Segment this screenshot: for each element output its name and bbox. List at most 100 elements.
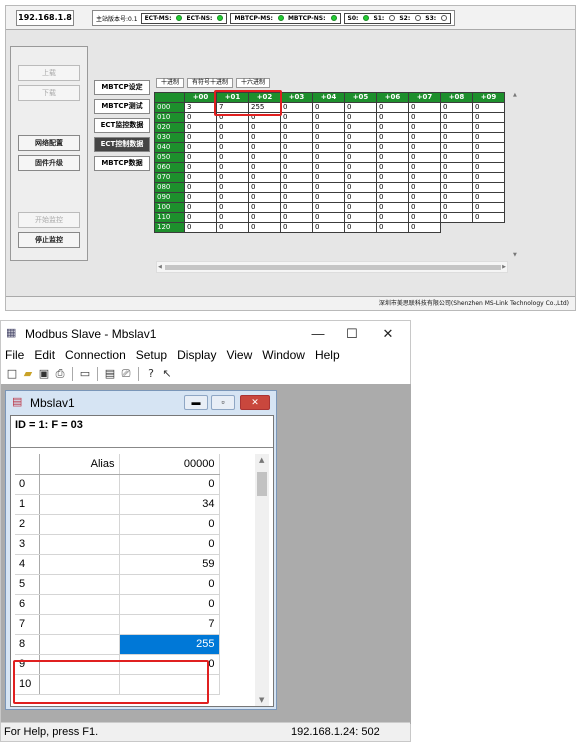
grid-cell[interactable]: 0 [344,202,377,213]
grid-cell[interactable]: 0 [248,182,281,193]
grid-horizontal-scrollbar[interactable]: ◀ ▶ [156,261,508,273]
mode-signed-decimal[interactable]: 有符号十进制 [187,78,234,88]
grid-cell[interactable]: 0 [248,172,281,183]
child-close-button[interactable]: ✕ [240,395,270,410]
grid-cell[interactable]: 0 [216,152,249,163]
grid-cell[interactable]: 0 [376,132,409,143]
grid-cell[interactable]: 0 [408,152,441,163]
register-row[interactable]: 4 59 [15,554,220,575]
menu-connection[interactable]: Connection [65,348,126,365]
grid-cell[interactable]: 0 [376,202,409,213]
grid-cell[interactable]: 0 [440,112,473,123]
menu-window[interactable]: Window [262,348,305,365]
register-alias[interactable] [39,634,120,655]
grid-cell[interactable]: 0 [376,142,409,153]
grid-cell[interactable]: 0 [184,192,217,203]
grid-cell[interactable]: 0 [312,192,345,203]
new-file-icon[interactable]: □ [5,367,19,381]
register-value[interactable]: 59 [119,554,220,575]
upload-button[interactable]: 上载 [18,65,80,81]
print-preview-icon[interactable]: ⎚ [119,367,133,381]
grid-cell[interactable]: 0 [312,122,345,133]
register-alias[interactable] [39,614,120,635]
start-monitor-button[interactable]: 开始监控 [18,212,80,228]
register-value[interactable]: 0 [119,574,220,595]
tab-mbtcp-settings[interactable]: MBTCP设定 [94,80,150,95]
register-row[interactable]: 20 [15,514,220,535]
grid-cell[interactable]: 0 [280,222,313,233]
grid-cell[interactable]: 0 [344,132,377,143]
grid-cell[interactable]: 0 [440,162,473,173]
grid-cell[interactable]: 0 [248,222,281,233]
register-row[interactable]: 60 [15,594,220,615]
menu-display[interactable]: Display [177,348,216,365]
register-alias[interactable] [39,574,120,595]
grid-cell[interactable]: 0 [472,162,505,173]
grid-cell[interactable]: 0 [408,192,441,203]
menu-setup[interactable]: Setup [136,348,167,365]
grid-cell[interactable]: 0 [440,122,473,133]
scroll-thumb[interactable] [257,472,267,496]
grid-cell[interactable]: 0 [184,172,217,183]
register-alias[interactable] [39,534,120,555]
tab-mbtcp-data[interactable]: MBTCP数据 [94,156,150,171]
network-config-button[interactable]: 网络配置 [18,135,80,151]
grid-cell[interactable]: 0 [312,172,345,183]
grid-cell[interactable]: 0 [184,142,217,153]
help-icon[interactable]: ? [144,367,158,381]
register-alias[interactable] [39,554,120,575]
grid-cell[interactable]: 0 [248,192,281,203]
close-button[interactable]: ✕ [373,324,403,344]
grid-cell[interactable]: 0 [216,172,249,183]
grid-cell[interactable]: 0 [280,152,313,163]
grid-cell[interactable]: 0 [248,112,281,123]
grid-cell[interactable]: 0 [408,212,441,223]
grid-cell[interactable]: 0 [248,212,281,223]
register-row[interactable]: 1 34 [15,494,220,515]
menu-view[interactable]: View [226,348,252,365]
grid-cell[interactable]: 0 [280,102,313,113]
tab-ect-control-data[interactable]: ECT控制数据 [94,137,150,152]
grid-cell[interactable]: 0 [280,112,313,123]
maximize-button[interactable]: ☐ [337,324,367,344]
grid-cell[interactable]: 0 [312,222,345,233]
grid-cell[interactable]: 0 [280,202,313,213]
menu-file[interactable]: File [5,348,24,365]
register-alias[interactable] [39,494,120,515]
grid-cell[interactable]: 0 [472,102,505,113]
grid-cell[interactable]: 0 [216,162,249,173]
grid-cell[interactable]: 0 [184,202,217,213]
grid-cell[interactable]: 0 [440,102,473,113]
stop-monitor-button[interactable]: 停止监控 [18,232,80,248]
grid-cell[interactable]: 0 [216,222,249,233]
grid-cell[interactable]: 0 [472,192,505,203]
grid-cell[interactable]: 0 [376,212,409,223]
grid-cell[interactable]: 0 [248,142,281,153]
register-row[interactable]: 00 [15,474,220,495]
grid-cell[interactable]: 0 [472,212,505,223]
mode-decimal[interactable]: 十进制 [156,78,185,88]
register-row[interactable]: 30 [15,534,220,555]
grid-cell[interactable]: 0 [248,152,281,163]
grid-cell[interactable]: 0 [376,182,409,193]
register-value[interactable]: 7 [119,614,220,635]
download-button[interactable]: 下载 [18,85,80,101]
grid-cell[interactable]: 0 [280,162,313,173]
grid-cell[interactable]: 0 [440,192,473,203]
grid-cell[interactable]: 0 [440,172,473,183]
grid-cell[interactable]: 0 [408,102,441,113]
register-value[interactable]: 0 [119,514,220,535]
grid-cell[interactable]: 0 [216,182,249,193]
grid-cell[interactable]: 0 [472,112,505,123]
grid-cell[interactable]: 0 [344,122,377,133]
grid-cell[interactable]: 0 [472,172,505,183]
grid-cell[interactable]: 0 [280,122,313,133]
firmware-upgrade-button[interactable]: 固件升级 [18,155,80,171]
grid-cell[interactable]: 0 [472,132,505,143]
display-icon[interactable]: ▤ [103,367,117,381]
grid-cell[interactable]: 0 [184,122,217,133]
grid-cell[interactable]: 0 [312,162,345,173]
grid-cell[interactable]: 0 [408,172,441,183]
grid-cell[interactable]: 0 [408,112,441,123]
grid-cell[interactable]: 0 [408,132,441,143]
